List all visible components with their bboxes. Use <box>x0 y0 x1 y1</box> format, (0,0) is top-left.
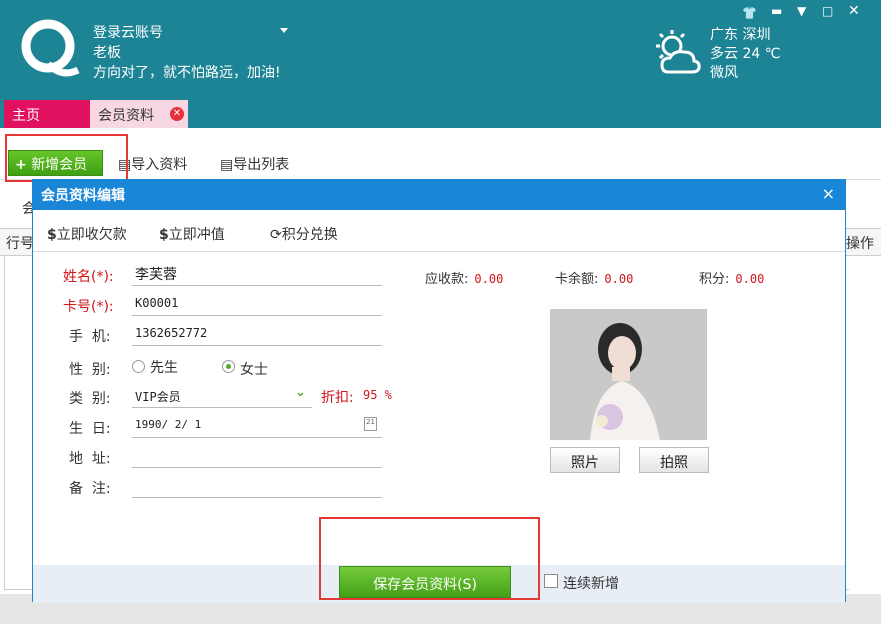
app-logo <box>21 19 80 77</box>
gender-label: 性 别: <box>69 362 111 378</box>
calendar-icon[interactable]: 21 <box>364 417 377 431</box>
dialog-close-icon[interactable]: × <box>822 184 835 203</box>
note-label: 备 注: <box>69 481 111 497</box>
points-exchange-label: 积分兑换 <box>281 227 338 243</box>
minimize-icon[interactable]: ▬ <box>771 4 782 18</box>
gender-male-label: 先生 <box>150 360 178 376</box>
weather-location: 广东 深圳 <box>710 27 771 43</box>
dialog-title: 会员资料编辑 <box>33 180 845 210</box>
gender-female-radio[interactable] <box>222 360 235 373</box>
card-label: 卡号(*): <box>63 299 114 315</box>
discount-label: 折扣: <box>321 390 354 406</box>
export-icon: ▤ <box>220 157 234 173</box>
address-field[interactable] <box>132 444 382 468</box>
recharge-label: 立即冲值 <box>168 227 225 243</box>
phone-label: 手 机: <box>69 329 111 345</box>
birthday-label: 生 日: <box>69 421 111 437</box>
dollar-icon: $ <box>47 227 57 243</box>
balance-value: 0.00 <box>604 272 634 286</box>
phone-field[interactable]: 1362652772 <box>132 322 382 346</box>
grid-col-row-number: 行号 <box>6 236 34 252</box>
slogan: 方向对了，就不怕路远，加油! <box>93 65 281 81</box>
collect-debt-button[interactable]: $立即收欠款 <box>47 224 127 244</box>
cloud-account-link[interactable]: 登录云账号 <box>93 22 163 42</box>
points-exchange-button[interactable]: ⟳积分兑换 <box>270 224 338 244</box>
card-number-field[interactable]: K00001 <box>132 292 382 316</box>
balance-stat: 卡余额: 0.00 <box>555 268 633 287</box>
tab-home[interactable]: 主页 <box>4 100 90 128</box>
close-icon[interactable]: ✕ <box>848 3 860 19</box>
export-button[interactable]: ▤导出列表 <box>220 154 289 174</box>
continue-add-label: 连续新增 <box>563 576 619 592</box>
note-field[interactable] <box>132 474 382 498</box>
grid-col-actions: 操作 <box>846 236 874 252</box>
import-button[interactable]: ▤导入资料 <box>118 154 187 174</box>
tab-close-icon[interactable]: ✕ <box>170 107 184 121</box>
maximize-icon[interactable]: □ <box>822 4 833 18</box>
type-label: 类 别: <box>69 391 111 407</box>
chevron-down-icon[interactable] <box>280 28 288 33</box>
exchange-icon: ⟳ <box>270 227 282 243</box>
collect-debt-label: 立即收欠款 <box>56 227 127 243</box>
points-stat: 积分: 0.00 <box>699 268 764 287</box>
weather-condition: 多云 24 ℃ <box>710 46 781 62</box>
chevron-down-icon[interactable]: ⌄ <box>295 385 306 400</box>
gender-male-radio[interactable] <box>132 360 145 373</box>
birthday-field[interactable]: 1990/ 2/ 1 <box>132 414 382 438</box>
gender-female-label: 女士 <box>240 362 268 378</box>
dropdown-icon[interactable]: ▼ <box>797 4 806 18</box>
name-label: 姓名(*): <box>63 269 114 285</box>
receivable-value: 0.00 <box>474 272 504 286</box>
export-label: 导出列表 <box>233 157 290 173</box>
import-label: 导入资料 <box>131 157 188 173</box>
discount-value: 95 % <box>363 388 392 402</box>
upload-photo-button[interactable]: 照片 <box>550 447 620 473</box>
highlight-box-save <box>319 517 540 600</box>
dollar-icon: $ <box>159 227 169 243</box>
name-field[interactable]: 李芙蓉 <box>132 262 382 286</box>
weather-wind: 微风 <box>710 65 738 81</box>
grid-border <box>4 256 5 590</box>
balance-label: 卡余额: <box>555 272 599 287</box>
points-label: 积分: <box>699 272 730 287</box>
member-type-select[interactable]: VIP会员 <box>132 384 312 408</box>
continue-add-checkbox[interactable] <box>544 574 558 588</box>
take-photo-button[interactable]: 拍照 <box>639 447 709 473</box>
cloudy-weather-icon <box>656 30 701 74</box>
points-value: 0.00 <box>735 272 765 286</box>
member-photo <box>550 309 707 440</box>
user-name: 老板 <box>93 45 121 61</box>
receivable-stat: 应收款: 0.00 <box>425 268 503 287</box>
recharge-button[interactable]: $立即冲值 <box>159 224 225 244</box>
shirt-icon[interactable]: 👕 <box>742 6 757 20</box>
highlight-box-add <box>5 134 128 182</box>
dialog-toolbar <box>33 214 845 252</box>
receivable-label: 应收款: <box>425 272 469 287</box>
address-label: 地 址: <box>69 451 111 467</box>
